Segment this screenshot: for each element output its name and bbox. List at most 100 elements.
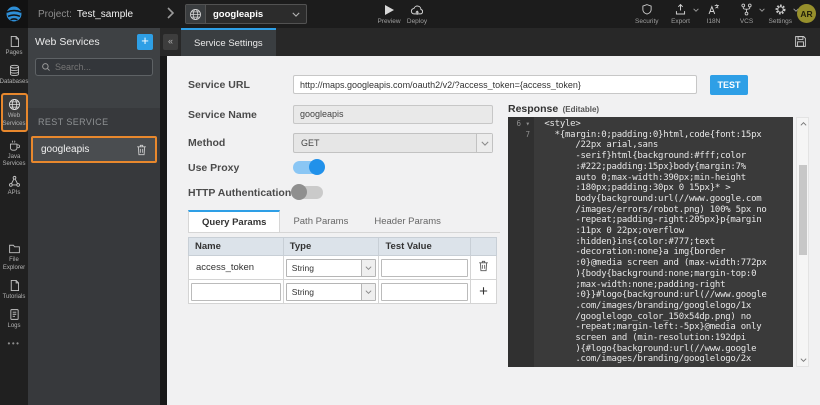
- security-label: Security: [635, 18, 658, 25]
- code-text: body{background:url(//www.google.com: [534, 194, 761, 205]
- export-label: Export: [671, 18, 690, 25]
- code-text: ;max-width:none;padding-right: [534, 280, 725, 291]
- sidebar-item-tutorials[interactable]: Tutorials: [0, 279, 28, 301]
- method-label: Method: [188, 137, 225, 149]
- code-line: :hidden}ins{color:#777;text: [508, 237, 793, 248]
- editor-scrollbar[interactable]: [796, 117, 809, 367]
- branch-icon: [740, 3, 753, 16]
- vcs-label: VCS: [740, 18, 753, 25]
- new-param-name-input[interactable]: [191, 283, 281, 301]
- sidebar-item-databases[interactable]: Databases: [0, 64, 28, 86]
- use-proxy-toggle[interactable]: [293, 161, 323, 174]
- delete-service-icon[interactable]: [136, 144, 147, 156]
- add-service-button[interactable]: +: [137, 34, 153, 50]
- service-search[interactable]: [35, 58, 153, 76]
- chevron-down-icon: [292, 12, 300, 17]
- code-text: -decoration:none}a img{border: [534, 247, 725, 258]
- export-button[interactable]: Export: [670, 3, 692, 25]
- cloud-upload-icon: [410, 3, 424, 16]
- method-value: GET: [294, 138, 476, 148]
- table-row: access_token String: [189, 256, 497, 280]
- sidebar-item-file-explorer[interactable]: File Explorer: [0, 242, 28, 271]
- new-param-type-select[interactable]: String: [286, 283, 377, 301]
- sidebar-item-apis[interactable]: APIs: [0, 175, 28, 197]
- code-text: <style>: [534, 119, 581, 130]
- line-number: [508, 205, 534, 216]
- vcs-button[interactable]: VCS: [736, 3, 758, 25]
- code-line: screen and (min-resolution:192dpi: [508, 333, 793, 344]
- service-dropdown[interactable]: googleapis: [185, 4, 307, 24]
- line-number: 6 ▾: [508, 119, 534, 130]
- service-url-input[interactable]: [293, 75, 697, 94]
- line-number: [508, 280, 534, 291]
- tab-query-params[interactable]: Query Params: [188, 210, 280, 232]
- line-number: [508, 226, 534, 237]
- http-auth-toggle[interactable]: [293, 186, 323, 199]
- line-number: 7: [508, 130, 534, 141]
- code-text: .com/images/branding/googlelogo/2x: [534, 354, 751, 365]
- sidebar-item-pages[interactable]: Pages: [0, 35, 28, 57]
- method-select[interactable]: GET: [293, 133, 493, 153]
- play-icon: [385, 3, 394, 16]
- code-text: ){body{background:none;margin-top:0: [534, 269, 756, 280]
- service-name-label: Service Name: [188, 109, 257, 121]
- folder-icon: [8, 242, 21, 255]
- page-icon: [8, 35, 21, 48]
- search-input[interactable]: [55, 62, 147, 72]
- preview-button[interactable]: Preview: [374, 3, 404, 25]
- line-number: [508, 258, 534, 269]
- rest-service-section: REST SERVICE googleapis: [28, 108, 160, 405]
- user-avatar[interactable]: AR: [797, 4, 816, 23]
- scroll-up-icon[interactable]: [799, 120, 808, 128]
- line-number: [508, 151, 534, 162]
- param-type-select[interactable]: String: [286, 259, 377, 277]
- breadcrumb-chevron-icon: [167, 7, 174, 19]
- tab-service-settings[interactable]: Service Settings: [181, 28, 276, 56]
- tab-header-params[interactable]: Header Params: [361, 210, 454, 232]
- code-line: /22px arial,sans: [508, 140, 793, 151]
- security-button[interactable]: Security: [635, 3, 658, 25]
- add-row-icon[interactable]: +: [479, 283, 488, 300]
- line-number: [508, 162, 534, 173]
- scroll-down-icon[interactable]: [799, 356, 808, 364]
- tab-bar: « Service Settings: [160, 28, 820, 56]
- app-logo-icon[interactable]: [0, 0, 28, 28]
- deploy-button[interactable]: Deploy: [402, 3, 432, 25]
- collapse-panel-button[interactable]: «: [163, 34, 178, 50]
- service-name-input[interactable]: googleapis: [293, 105, 493, 124]
- chevron-down-icon: [476, 134, 492, 152]
- new-param-test-value-input[interactable]: [381, 283, 468, 301]
- code-text: *{margin:0;padding:0}html,code{font:15px: [534, 130, 761, 141]
- tab-path-params[interactable]: Path Params: [280, 210, 361, 232]
- service-list-item-googleapis[interactable]: googleapis: [31, 136, 157, 163]
- test-button[interactable]: TEST: [710, 75, 748, 95]
- topbar: Project: Test_sample googleapis Preview …: [0, 0, 820, 28]
- code-line: -repeat;padding-right:205px}p{margin: [508, 215, 793, 226]
- code-line: 7 *{margin:0;padding:0}html,code{font:15…: [508, 130, 793, 141]
- sidebar-item-web-services[interactable]: Web Services: [1, 93, 28, 131]
- delete-row-icon[interactable]: [478, 260, 489, 272]
- code-text: -repeat;margin-left:-5px}@media only: [534, 322, 761, 333]
- settings-button[interactable]: Settings: [769, 3, 793, 25]
- project-label: Project:: [38, 9, 72, 20]
- response-editor[interactable]: 6 ▾ <style> 7 *{margin:0;padding:0}html,…: [508, 117, 793, 367]
- code-line: :#222;padding:15px}body{margin:7%: [508, 162, 793, 173]
- icon-sidebar: Pages Databases Web Services Java Servic…: [0, 28, 28, 405]
- scrollbar-thumb[interactable]: [799, 165, 807, 255]
- code-line: ){body{background:none;margin-top:0: [508, 269, 793, 280]
- sidebar-item-logs[interactable]: Logs: [0, 308, 28, 330]
- line-number: [508, 269, 534, 280]
- nodes-icon: [8, 175, 21, 188]
- param-test-value-input[interactable]: [381, 259, 468, 277]
- sidebar-more-button[interactable]: •••: [8, 339, 21, 348]
- deploy-label: Deploy: [407, 18, 427, 25]
- code-line: auto 0;max-width:390px;min-height: [508, 173, 793, 184]
- save-icon[interactable]: [794, 35, 807, 48]
- code-line: :0}@media screen and (max-width:772px: [508, 258, 793, 269]
- sidebar-item-java-services[interactable]: Java Services: [0, 139, 28, 168]
- line-number: [508, 354, 534, 365]
- page-icon: [8, 279, 21, 292]
- chevron-down-icon: [361, 260, 375, 276]
- i18n-button[interactable]: I18N: [703, 3, 725, 25]
- coffee-icon: [8, 139, 21, 152]
